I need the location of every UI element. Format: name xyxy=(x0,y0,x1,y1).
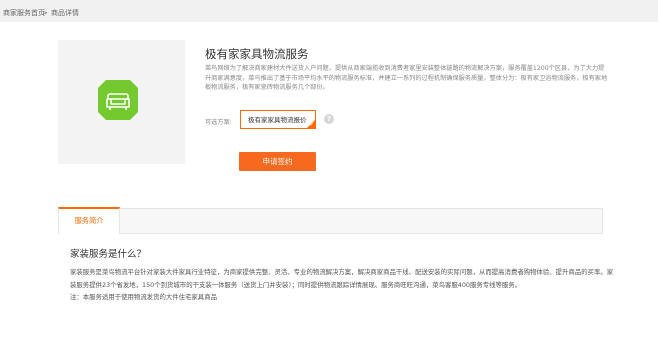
breadcrumb-home-link[interactable]: 商家服务首页 xyxy=(3,0,45,26)
intro-note: 注：本服务适用于使用物流发货的大件住宅家具商品 xyxy=(70,293,217,301)
option-selected-label: 极有家家具物流报价 xyxy=(248,116,307,124)
product-image xyxy=(58,40,185,164)
intro-body: 家装服务是菜鸟物流平台针对家装大件家具行业特征，为商家提供完整、灵活、专业的物流… xyxy=(70,266,615,304)
sofa-icon xyxy=(98,80,138,120)
options-label: 可选方案: xyxy=(205,119,232,126)
option-selected-chip[interactable]: 极有家家具物流报价 ✓ xyxy=(240,110,316,129)
breadcrumb: 商家服务首页 > 商品详情 xyxy=(0,0,658,22)
check-icon: ✓ xyxy=(309,122,314,128)
product-description: 菜鸟网络为了解决商家建材大件送货入户问题，提供从商家端揽收到消费者家里安装整体链… xyxy=(205,65,608,92)
intro-paragraph: 家装服务是菜鸟物流平台针对家装大件家具行业特征，为商家提供完整、灵活、专业的物流… xyxy=(70,268,614,289)
detail-tabbar: 服务简介 xyxy=(58,207,603,234)
intro-heading: 家装服务是什么？ xyxy=(70,249,147,260)
breadcrumb-separator: > xyxy=(42,9,48,17)
breadcrumb-current: 商品详情 xyxy=(51,9,79,17)
tab-service-intro[interactable]: 服务简介 xyxy=(58,207,120,234)
product-title: 极有家家具物流服务 xyxy=(205,47,309,61)
apply-sign-button[interactable]: 申请签约 xyxy=(239,152,316,171)
help-icon[interactable]: ? xyxy=(324,114,334,124)
